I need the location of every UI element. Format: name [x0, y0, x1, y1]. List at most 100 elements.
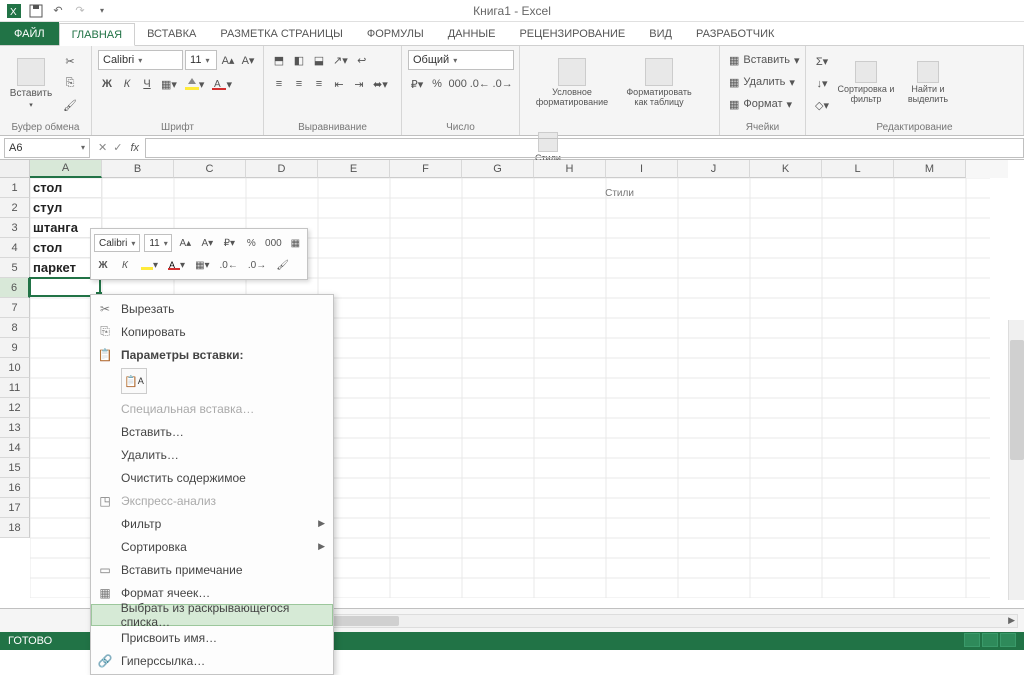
mini-bold-button[interactable]: Ж — [94, 256, 112, 274]
view-buttons[interactable] — [962, 633, 1016, 650]
row-header[interactable]: 4 — [0, 238, 30, 258]
decrease-font-icon[interactable]: A▾ — [239, 50, 257, 70]
borders-button[interactable]: ▦▾ — [158, 74, 180, 94]
ctx-cut[interactable]: ✂Вырезать — [91, 297, 333, 320]
align-bottom-icon[interactable]: ⬓ — [310, 50, 328, 70]
select-all-corner[interactable] — [0, 160, 30, 178]
column-header[interactable]: L — [822, 160, 894, 178]
align-top-icon[interactable]: ⬒ — [270, 50, 288, 70]
column-header[interactable]: I — [606, 160, 678, 178]
underline-button[interactable]: Ч — [138, 74, 156, 94]
ctx-insert[interactable]: Вставить… — [91, 420, 333, 443]
ctx-define-name[interactable]: Присвоить имя… — [91, 626, 333, 649]
column-header[interactable]: B — [102, 160, 174, 178]
enter-formula-icon[interactable]: ✓ — [113, 141, 122, 154]
tab-page-layout[interactable]: РАЗМЕТКА СТРАНИЦЫ — [208, 22, 354, 45]
font-name-combo[interactable]: Calibri▾ — [98, 50, 183, 70]
format-painter-button[interactable]: 🖌 — [60, 95, 80, 115]
vertical-scrollbar[interactable] — [1008, 320, 1024, 600]
cancel-formula-icon[interactable]: ✕ — [98, 141, 107, 154]
column-header[interactable]: D — [246, 160, 318, 178]
currency-icon[interactable]: ₽▾ — [408, 74, 426, 94]
align-center-icon[interactable]: ≡ — [290, 74, 308, 94]
fill-color-button[interactable]: ▾ — [182, 74, 208, 94]
insert-cells-button[interactable]: ▦ Вставить ▾ — [726, 50, 804, 70]
cut-button[interactable]: ✂ — [60, 51, 80, 71]
column-header[interactable]: G — [462, 160, 534, 178]
row-header[interactable]: 2 — [0, 198, 30, 218]
increase-indent-icon[interactable]: ⇥ — [350, 74, 368, 94]
row-header[interactable]: 11 — [0, 378, 30, 398]
ctx-hyperlink[interactable]: 🔗Гиперссылка… — [91, 649, 333, 672]
tab-file[interactable]: ФАЙЛ — [0, 22, 59, 45]
row-header[interactable]: 8 — [0, 318, 30, 338]
qat-customize-icon[interactable]: ▾ — [94, 3, 110, 19]
align-middle-icon[interactable]: ◧ — [290, 50, 308, 70]
find-select-button[interactable]: Найти и выделить — [900, 50, 956, 116]
copy-button[interactable]: ⎘ — [60, 73, 80, 93]
save-icon[interactable] — [28, 3, 44, 19]
row-header[interactable]: 9 — [0, 338, 30, 358]
column-header[interactable]: C — [174, 160, 246, 178]
comma-icon[interactable]: 000 — [448, 74, 467, 94]
column-header[interactable]: J — [678, 160, 750, 178]
mini-format-painter-icon[interactable]: 🖌 — [273, 256, 292, 274]
mini-italic-button[interactable]: К — [116, 256, 134, 274]
row-header[interactable]: 14 — [0, 438, 30, 458]
ctx-paste-default[interactable]: 📋A — [121, 368, 147, 394]
column-header[interactable]: M — [894, 160, 966, 178]
align-right-icon[interactable]: ≡ — [310, 74, 328, 94]
format-as-table-button[interactable]: Форматировать как таблицу — [622, 50, 696, 116]
italic-button[interactable]: К — [118, 74, 136, 94]
fill-icon[interactable]: ↓▾ — [812, 73, 832, 93]
font-color-button[interactable]: A▾ — [209, 74, 235, 94]
paste-button[interactable]: Вставить ▾ — [6, 50, 56, 116]
row-header[interactable]: 7 — [0, 298, 30, 318]
tab-developer[interactable]: РАЗРАБОТЧИК — [684, 22, 786, 45]
number-format-combo[interactable]: Общий▾ — [408, 50, 514, 70]
fx-label[interactable]: fx — [130, 142, 139, 154]
tab-view[interactable]: ВИД — [637, 22, 684, 45]
row-header[interactable]: 15 — [0, 458, 30, 478]
delete-cells-button[interactable]: ▦ Удалить ▾ — [726, 72, 804, 92]
ctx-delete[interactable]: Удалить… — [91, 443, 333, 466]
row-header[interactable]: 18 — [0, 518, 30, 538]
row-header[interactable]: 13 — [0, 418, 30, 438]
align-left-icon[interactable]: ≡ — [270, 74, 288, 94]
clear-icon[interactable]: ◇▾ — [812, 95, 832, 115]
row-header[interactable]: 16 — [0, 478, 30, 498]
mini-increase-font-icon[interactable]: A▴ — [176, 234, 194, 252]
mini-currency-icon[interactable]: ₽▾ — [220, 234, 238, 252]
redo-icon[interactable]: ↷ — [72, 3, 88, 19]
scrollbar-thumb[interactable] — [1010, 340, 1024, 460]
bold-button[interactable]: Ж — [98, 74, 116, 94]
ctx-filter[interactable]: Фильтр▶ — [91, 512, 333, 535]
tab-home[interactable]: ГЛАВНАЯ — [59, 23, 135, 46]
percent-icon[interactable]: % — [428, 74, 446, 94]
column-header[interactable]: K — [750, 160, 822, 178]
increase-font-icon[interactable]: A▴ — [219, 50, 237, 70]
autosum-icon[interactable]: Σ▾ — [812, 51, 832, 71]
mini-font-size[interactable]: 11▾ — [144, 234, 172, 252]
ctx-sort[interactable]: Сортировка▶ — [91, 535, 333, 558]
row-header[interactable]: 5 — [0, 258, 30, 278]
decrease-indent-icon[interactable]: ⇤ — [330, 74, 348, 94]
mini-border-icon[interactable]: ▦▾ — [192, 256, 212, 274]
row-header[interactable]: 6 — [0, 278, 30, 298]
mini-font-color-icon[interactable]: A▾ — [165, 256, 188, 274]
tab-review[interactable]: РЕЦЕНЗИРОВАНИЕ — [507, 22, 637, 45]
formula-input[interactable] — [145, 138, 1024, 158]
column-header[interactable]: E — [318, 160, 390, 178]
decrease-decimal-icon[interactable]: .0→ — [492, 74, 513, 94]
row-header[interactable]: 12 — [0, 398, 30, 418]
column-header[interactable]: A — [30, 160, 102, 178]
cell-A1[interactable]: стол — [30, 178, 102, 198]
row-header[interactable]: 3 — [0, 218, 30, 238]
ctx-insert-comment[interactable]: ▭Вставить примечание — [91, 558, 333, 581]
mini-comma-icon[interactable]: 000 — [264, 234, 282, 252]
mini-borders-icon[interactable]: ▦ — [286, 234, 304, 252]
orientation-icon[interactable]: ↗▾ — [330, 50, 351, 70]
tab-formulas[interactable]: ФОРМУЛЫ — [355, 22, 436, 45]
mini-percent-icon[interactable]: % — [242, 234, 260, 252]
tab-data[interactable]: ДАННЫЕ — [436, 22, 508, 45]
